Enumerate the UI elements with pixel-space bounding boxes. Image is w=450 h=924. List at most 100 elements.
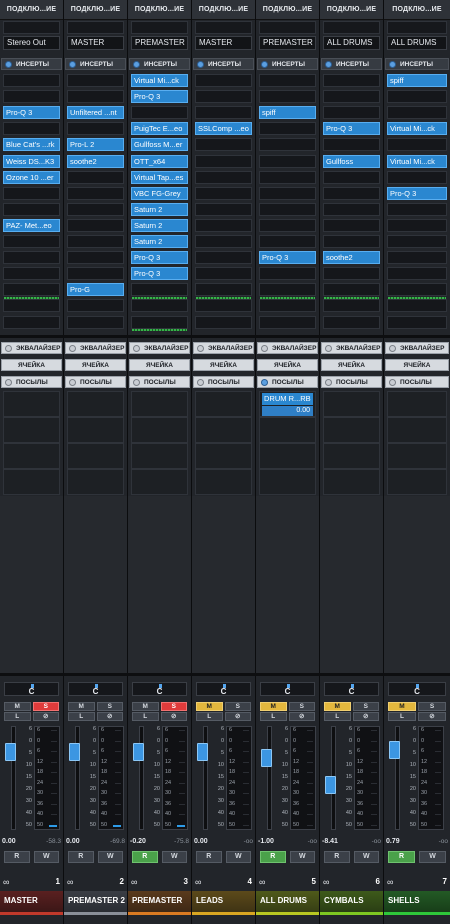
insert-slot-empty[interactable] — [131, 106, 188, 120]
link-rings-icon[interactable]: ∞ — [323, 877, 329, 887]
insert-slot-plugin[interactable]: spiff — [387, 74, 447, 87]
send-slot[interactable] — [323, 417, 380, 443]
send-slot[interactable] — [323, 469, 380, 495]
insert-slot-empty[interactable] — [387, 138, 447, 152]
send-slot[interactable] — [3, 391, 60, 417]
insert-slot-empty[interactable] — [3, 315, 60, 329]
eq-header[interactable]: ЭКВАЛАЙЗЕР — [385, 342, 449, 354]
peak-value[interactable]: -oo — [308, 838, 317, 847]
send-slot[interactable] — [131, 417, 188, 443]
insert-slot-empty[interactable] — [259, 122, 316, 136]
phase-invert-button[interactable]: ⊘ — [96, 712, 123, 721]
inserts-power-icon[interactable] — [69, 60, 76, 68]
sends-header[interactable]: ПОСЫЛЫ — [385, 376, 449, 388]
insert-slot-plugin[interactable]: Saturn 2 — [131, 235, 188, 248]
send-slot[interactable] — [387, 443, 447, 469]
output-routing-field[interactable]: MASTER — [195, 36, 252, 50]
volume-fader-handle[interactable] — [197, 742, 208, 761]
volume-fader-handle[interactable] — [261, 748, 272, 767]
insert-slot-empty[interactable] — [259, 267, 316, 281]
insert-slot-empty[interactable] — [259, 186, 316, 200]
volume-value[interactable]: 0.00 — [2, 838, 16, 847]
send-slot[interactable] — [67, 469, 124, 495]
cell-header[interactable]: ЯЧЕЙКА — [257, 359, 318, 371]
insert-slot-empty[interactable] — [3, 74, 60, 87]
inserts-header[interactable]: ИНСЕРТЫ — [129, 58, 190, 70]
volume-fader-handle[interactable] — [69, 742, 80, 761]
insert-slot-empty[interactable] — [67, 122, 124, 136]
insert-slot-plugin[interactable]: Pro-G — [67, 283, 124, 297]
inserts-power-icon[interactable] — [133, 60, 140, 68]
eq-power-icon[interactable] — [133, 344, 140, 352]
peak-value[interactable]: -oo — [439, 838, 448, 847]
insert-slot-empty[interactable] — [259, 170, 316, 184]
insert-slot-plugin[interactable]: Virtual Mi...ck — [131, 74, 188, 87]
peak-value[interactable]: -58.3 — [46, 838, 61, 847]
eq-power-icon[interactable] — [389, 344, 396, 352]
insert-slot-empty[interactable] — [67, 315, 124, 329]
insert-slot-empty[interactable] — [323, 138, 380, 152]
solo-button[interactable]: S — [352, 702, 379, 711]
inserts-power-icon[interactable] — [389, 60, 396, 68]
send-slot[interactable] — [3, 443, 60, 469]
insert-slot-empty[interactable] — [3, 90, 60, 104]
routing-input-empty[interactable] — [387, 21, 447, 34]
insert-slot-empty[interactable] — [195, 186, 252, 200]
channel-name[interactable]: ALL DRUMS — [256, 891, 319, 915]
volume-value[interactable]: 0.79 — [386, 838, 400, 847]
send-slot[interactable] — [131, 469, 188, 495]
insert-slot-empty[interactable] — [195, 106, 252, 120]
insert-slot-empty[interactable] — [259, 74, 316, 87]
insert-slot-empty[interactable] — [67, 170, 124, 184]
insert-slot-empty[interactable] — [67, 218, 124, 232]
mute-button[interactable]: M — [68, 702, 95, 711]
read-automation-button[interactable]: R — [4, 851, 30, 863]
sends-header[interactable]: ПОСЫЛЫ — [1, 376, 62, 388]
read-automation-button[interactable]: R — [388, 851, 415, 863]
send-slot[interactable] — [3, 469, 60, 495]
insert-slot-empty[interactable] — [3, 235, 60, 248]
insert-slot-empty[interactable] — [259, 315, 316, 329]
eq-header[interactable]: ЭКВАЛАЙЗЕР — [321, 342, 382, 354]
solo-button[interactable]: S — [96, 702, 123, 711]
volume-value[interactable]: -8.41 — [322, 838, 338, 847]
insert-slot-empty[interactable] — [195, 170, 252, 184]
pan-control[interactable]: C — [260, 682, 315, 696]
pan-control[interactable]: C — [324, 682, 379, 696]
insert-slot-empty[interactable] — [387, 106, 447, 120]
insert-slot-empty[interactable] — [323, 267, 380, 281]
cell-header[interactable]: ЯЧЕЙКА — [385, 359, 449, 371]
volume-fader-handle[interactable] — [325, 775, 336, 794]
insert-slot-plugin[interactable]: Pro-Q 3 — [131, 90, 188, 104]
insert-slot-plugin[interactable]: soothe2 — [67, 154, 124, 168]
insert-slot-empty[interactable] — [67, 251, 124, 265]
insert-slot-empty[interactable] — [67, 235, 124, 248]
insert-slot-plugin[interactable]: Ozone 10 ...er — [3, 170, 60, 184]
link-rings-icon[interactable]: ∞ — [259, 877, 265, 887]
sends-header[interactable]: ПОСЫЛЫ — [321, 376, 382, 388]
phase-invert-button[interactable]: ⊘ — [32, 712, 59, 721]
inserts-power-icon[interactable] — [325, 60, 332, 68]
insert-slot-empty[interactable] — [131, 299, 188, 313]
sends-header[interactable]: ПОСЫЛЫ — [257, 376, 318, 388]
solo-button[interactable]: S — [160, 702, 187, 711]
mute-button[interactable]: M — [324, 702, 351, 711]
insert-slot-plugin[interactable]: Saturn 2 — [131, 218, 188, 232]
routing-header[interactable]: ПОДКЛЮ...ИЕ — [192, 0, 255, 20]
insert-slot-plugin[interactable]: Virtual Mi...ck — [387, 154, 447, 168]
link-rings-icon[interactable]: ∞ — [3, 877, 9, 887]
inserts-power-icon[interactable] — [261, 60, 268, 68]
phase-invert-button[interactable]: ⊘ — [288, 712, 315, 721]
insert-slot-empty[interactable] — [131, 283, 188, 297]
insert-slot-empty[interactable] — [195, 74, 252, 87]
volume-value[interactable]: -0.20 — [130, 838, 146, 847]
listen-button[interactable]: L — [388, 712, 416, 721]
routing-input-empty[interactable] — [131, 21, 188, 34]
send-slot[interactable] — [387, 391, 447, 417]
insert-slot-plugin[interactable]: Pro-Q 3 — [387, 186, 447, 200]
peak-value[interactable]: -oo — [244, 838, 253, 847]
insert-slot-empty[interactable] — [3, 251, 60, 265]
insert-slot-empty[interactable] — [387, 267, 447, 281]
inserts-header[interactable]: ИНСЕРТЫ — [257, 58, 318, 70]
send-slot[interactable] — [67, 417, 124, 443]
